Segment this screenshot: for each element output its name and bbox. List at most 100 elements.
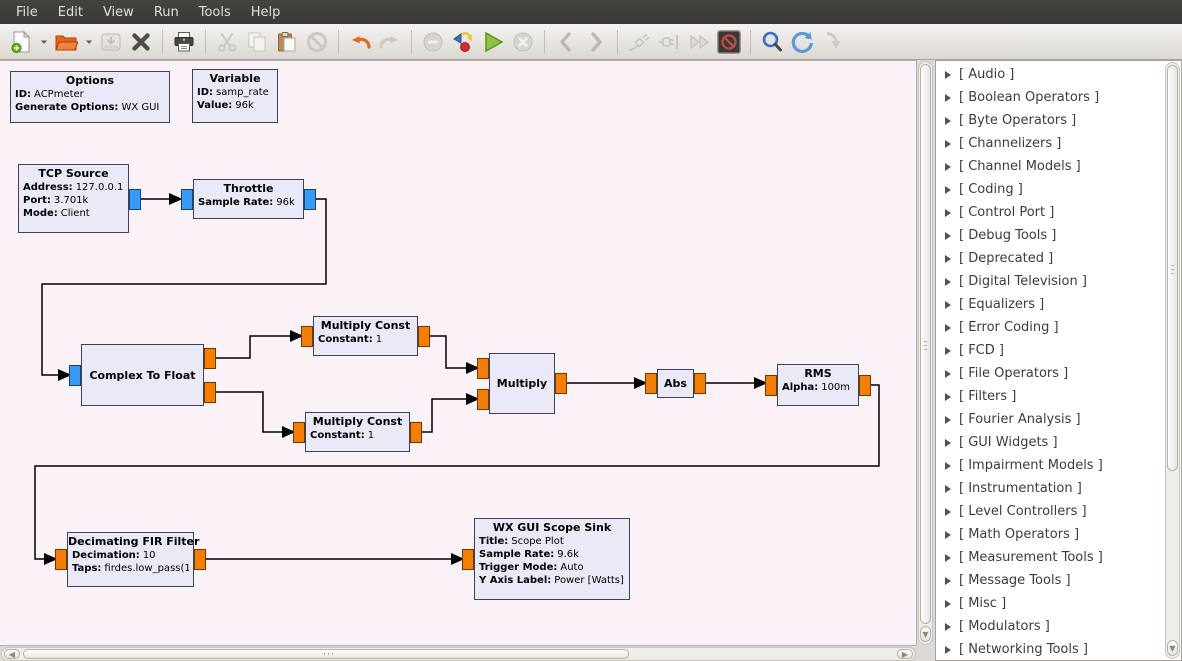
block-rms[interactable]: RMSAlpha:100m [777,364,859,406]
expander-triangle-icon[interactable] [945,117,951,125]
multiply-const-2-output-port-0[interactable] [410,422,422,443]
expander-triangle-icon[interactable] [945,646,951,654]
category-fcd[interactable]: [ FCD ] [936,339,1164,362]
new-flowgraph-button[interactable] [6,27,36,57]
generate-button[interactable] [448,27,478,57]
expander-triangle-icon[interactable] [945,393,951,401]
reload-blocks-button[interactable] [787,27,817,57]
category-modulators[interactable]: [ Modulators ] [936,615,1164,638]
new-flowgraph-dropdown[interactable] [36,27,51,57]
expander-triangle-icon[interactable] [945,301,951,309]
decimating-fir-filter-input-port-0[interactable] [55,549,67,570]
multiply-const-1-output-port-0[interactable] [418,326,430,347]
expander-triangle-icon[interactable] [945,531,951,539]
block-throttle[interactable]: ThrottleSample Rate:96k [193,179,304,219]
complex-to-float-output-port-1[interactable] [204,382,216,403]
open-flowgraph-dropdown[interactable] [81,27,96,57]
category-math-operators[interactable]: [ Math Operators ] [936,523,1164,546]
expander-triangle-icon[interactable] [945,554,951,562]
delete-button[interactable] [302,27,332,57]
category-instrumentation[interactable]: [ Instrumentation ] [936,477,1164,500]
multiply-const-2-input-port-0[interactable] [293,422,305,443]
category-fourier-analysis[interactable]: [ Fourier Analysis ] [936,408,1164,431]
category-message-tools[interactable]: [ Message Tools ] [936,569,1164,592]
category-channelizers[interactable]: [ Channelizers ] [936,132,1164,155]
canvas-vscrollbar-thumb[interactable] [920,64,931,624]
expander-triangle-icon[interactable] [945,278,951,286]
multiply-input-port-0[interactable] [477,358,489,379]
fast-forward-button[interactable] [684,27,714,57]
forward-button[interactable] [581,27,611,57]
wire[interactable] [422,399,475,432]
cut-button[interactable] [212,27,242,57]
category-digital-television[interactable]: [ Digital Television ] [936,270,1164,293]
category-audio[interactable]: [ Audio ] [936,63,1164,86]
sidebar-scroll-down-button[interactable]: ▼ [1167,640,1178,656]
wire[interactable] [430,336,475,368]
menu-edit[interactable]: Edit [48,3,93,22]
menu-file[interactable]: File [6,3,48,22]
multiply-const-1-input-port-0[interactable] [301,326,313,347]
category-misc[interactable]: [ Misc ] [936,592,1164,615]
redo-button[interactable] [375,27,405,57]
kill-button[interactable] [508,27,538,57]
category-impairment-models[interactable]: [ Impairment Models ] [936,454,1164,477]
category-coding[interactable]: [ Coding ] [936,178,1164,201]
expander-triangle-icon[interactable] [945,324,951,332]
category-channel-models[interactable]: [ Channel Models ] [936,155,1164,178]
expander-triangle-icon[interactable] [945,416,951,424]
block-complex-to-float[interactable]: Complex To Float [81,344,204,406]
category-equalizers[interactable]: [ Equalizers ] [936,293,1164,316]
complex-to-float-input-port-0[interactable] [69,365,81,386]
expander-triangle-icon[interactable] [945,600,951,608]
flowgraph-errors-button[interactable] [418,27,448,57]
expander-triangle-icon[interactable] [945,462,951,470]
execute-button[interactable] [478,27,508,57]
decimating-fir-filter-output-port-0[interactable] [194,549,206,570]
menu-help[interactable]: Help [241,3,291,22]
expander-triangle-icon[interactable] [945,255,951,263]
category-byte-operators[interactable]: [ Byte Operators ] [936,109,1164,132]
rms-input-port-0[interactable] [765,375,777,396]
block-multiply-const-2[interactable]: Multiply ConstConstant:1 [305,412,410,452]
category-file-operators[interactable]: [ File Operators ] [936,362,1164,385]
category-filters[interactable]: [ Filters ] [936,385,1164,408]
connect-button[interactable] [654,27,684,57]
find-block-button[interactable] [757,27,787,57]
print-button[interactable] [169,27,199,57]
screen-capture-button[interactable] [714,27,744,57]
expander-triangle-icon[interactable] [945,232,951,240]
category-debug-tools[interactable]: [ Debug Tools ] [936,224,1164,247]
open-flowgraph-button[interactable] [51,27,81,57]
back-button[interactable] [551,27,581,57]
sidebar-vscrollbar-thumb[interactable] [1167,65,1178,471]
canvas-hscrollbar[interactable]: ◀ ▶ [1,647,916,661]
expander-triangle-icon[interactable] [945,508,951,516]
expander-triangle-icon[interactable] [945,485,951,493]
canvas-scroll-left-button[interactable]: ◀ [4,649,20,659]
category-deprecated[interactable]: [ Deprecated ] [936,247,1164,270]
throttle-input-port-0[interactable] [181,189,193,210]
expander-triangle-icon[interactable] [945,439,951,447]
menu-tools[interactable]: Tools [189,3,241,22]
block-multiply[interactable]: Multiply [489,353,555,414]
expander-triangle-icon[interactable] [945,347,951,355]
multiply-input-port-1[interactable] [477,389,489,410]
rms-output-port-0[interactable] [859,375,871,396]
canvas-scroll-right-button[interactable]: ▶ [897,649,913,659]
paste-button[interactable] [272,27,302,57]
expander-triangle-icon[interactable] [945,623,951,631]
save-flowgraph-button[interactable] [96,27,126,57]
category-networking-tools[interactable]: [ Networking Tools ] [936,638,1164,661]
category-measurement-tools[interactable]: [ Measurement Tools ] [936,546,1164,569]
disconnect-button[interactable] [624,27,654,57]
wire[interactable] [216,392,291,432]
block-tcp-source[interactable]: TCP SourceAddress:127.0.0.1Port:3.701kMo… [18,164,129,233]
close-flowgraph-button[interactable] [126,27,156,57]
wire[interactable] [216,336,299,358]
expander-triangle-icon[interactable] [945,209,951,217]
expander-triangle-icon[interactable] [945,577,951,585]
category-boolean-operators[interactable]: [ Boolean Operators ] [936,86,1164,109]
sidebar-vscrollbar[interactable]: ▼ [1165,62,1180,659]
multiply-output-port-0[interactable] [555,373,567,394]
